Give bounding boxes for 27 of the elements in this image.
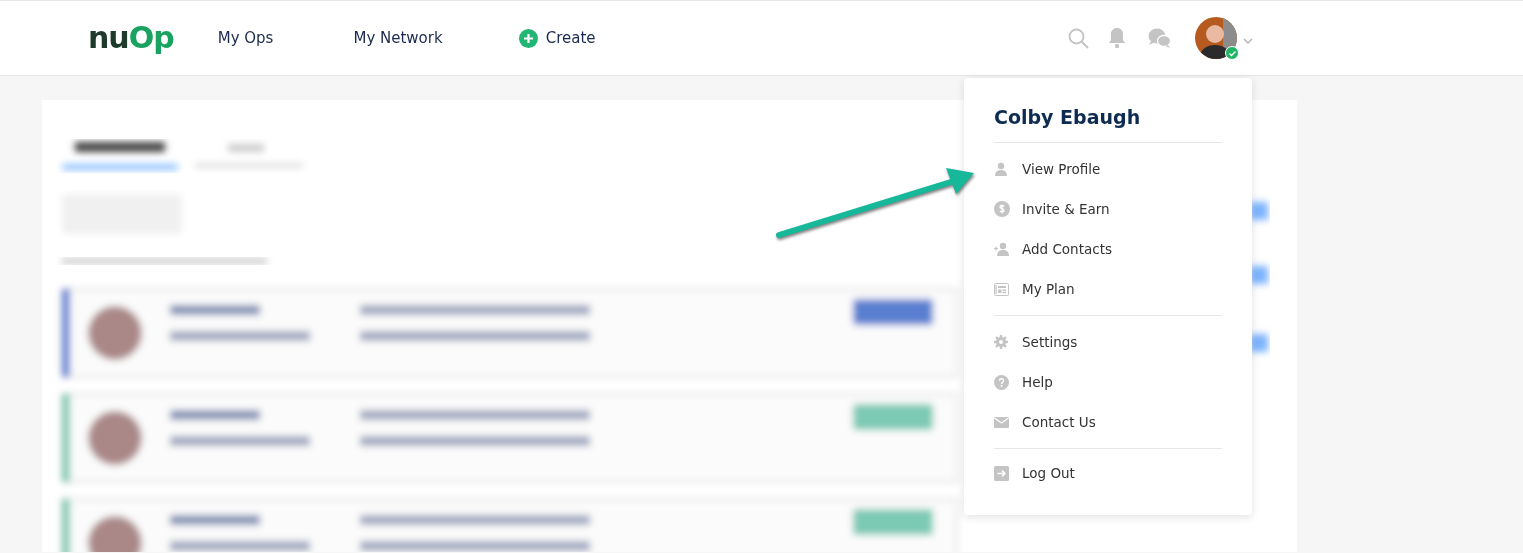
menu-item[interactable]: Help	[994, 362, 1222, 402]
menu-item[interactable]: Invite & Earn	[994, 189, 1222, 229]
menu-item[interactable]: Log Out	[994, 453, 1222, 493]
nav-link[interactable]: My Network	[353, 29, 443, 47]
mail-icon	[994, 416, 1009, 428]
chat-icon[interactable]	[1148, 28, 1171, 48]
avatar[interactable]	[1195, 17, 1237, 59]
logo-text[interactable]: nu	[88, 20, 129, 55]
user-name: Colby Ebaugh	[994, 106, 1142, 128]
help-icon	[994, 374, 1009, 390]
logout-icon	[994, 465, 1009, 481]
bell-icon[interactable]	[1108, 27, 1126, 49]
menu-item[interactable]: Contact Us	[994, 402, 1222, 442]
nav-link[interactable]: My Ops	[217, 29, 274, 47]
gear-icon	[994, 335, 1008, 349]
plus-circle-icon	[518, 28, 538, 48]
menu-item[interactable]: Settings	[994, 322, 1222, 362]
plan-icon	[994, 282, 1009, 296]
create-button[interactable]: Create	[518, 28, 596, 48]
search-icon[interactable]	[1068, 27, 1089, 49]
chevron-down-icon[interactable]	[1243, 38, 1253, 44]
person-icon	[994, 162, 1008, 176]
add-person-icon	[994, 242, 1010, 256]
dollar-coin-icon	[994, 201, 1010, 217]
menu-item[interactable]: View Profile	[994, 149, 1222, 189]
menu-item[interactable]: Add Contacts	[994, 229, 1222, 269]
menu-item[interactable]: My Plan	[994, 269, 1222, 309]
